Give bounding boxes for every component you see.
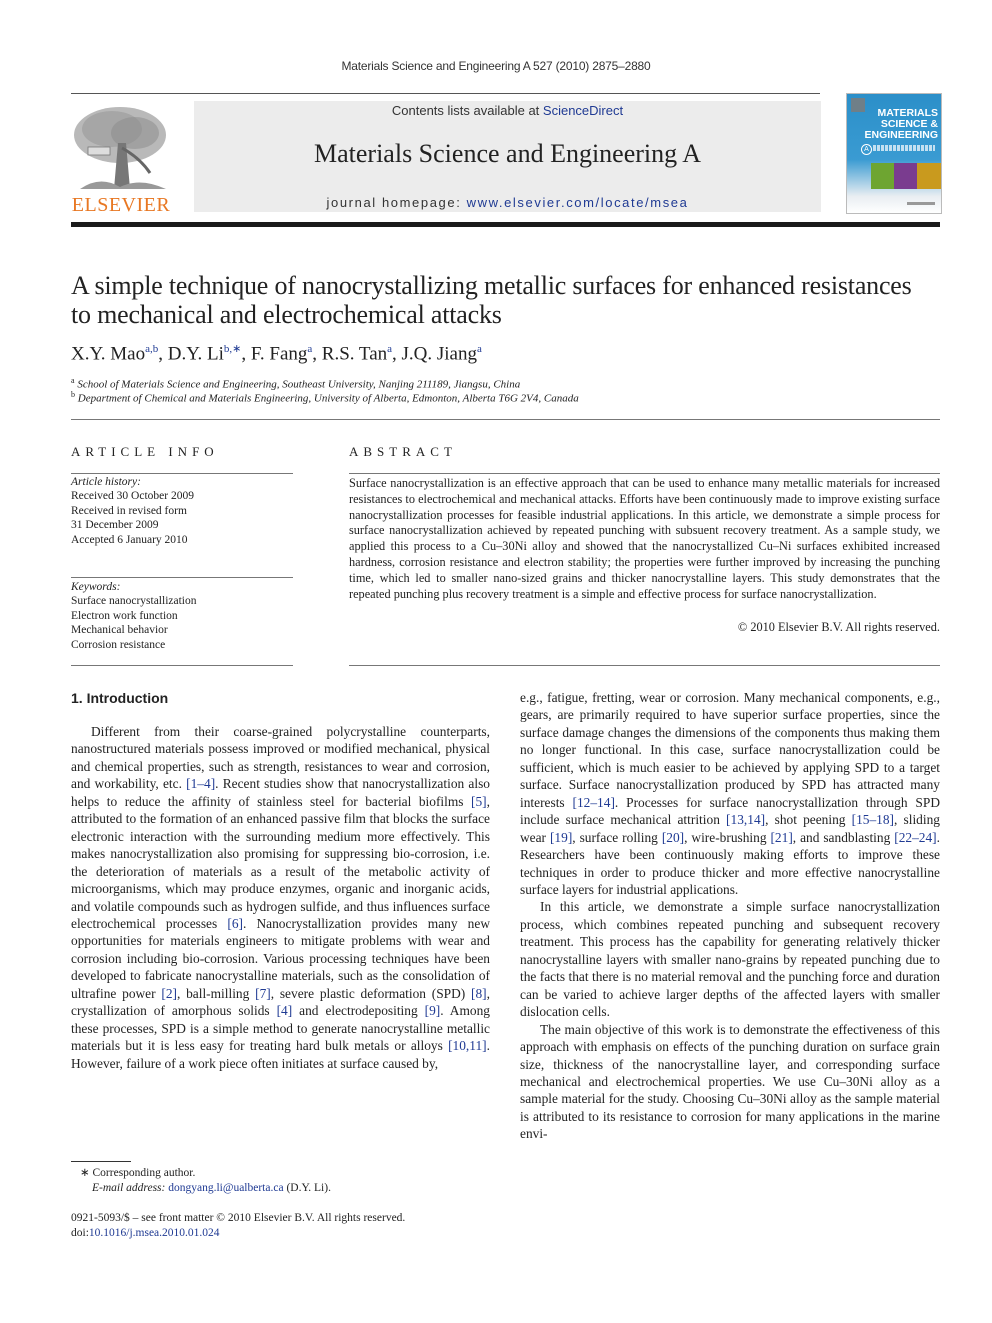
abstract-text: Surface nanocrystallization is an effect… [349,476,940,601]
cover-footer-mark [907,202,935,205]
reference-link[interactable]: [6] [227,916,243,931]
reference-link[interactable]: [8] [471,986,487,1001]
header-thick-rule [71,222,940,227]
reference-link[interactable]: [19] [550,830,572,845]
article-info-rule [71,473,293,474]
corresponding-author-note: ∗ Corresponding author. [80,1167,196,1179]
reference-link[interactable]: [20] [662,830,684,845]
journal-homepage-link[interactable]: www.elsevier.com/locate/msea [467,195,689,210]
author-affiliation-mark[interactable]: a,b [145,343,158,355]
history-line: Accepted 6 January 2010 [71,533,188,546]
reference-link[interactable]: [9] [425,1003,441,1018]
paragraph: e.g., fatigue, fretting, wear or corrosi… [520,690,940,897]
author-affiliation-mark[interactable]: a [387,343,392,355]
author-email-link[interactable]: dongyang.li@ualberta.ca [168,1182,283,1194]
cover-title: MATERIALS SCIENCE & ENGINEERING [864,107,938,141]
paragraph: Different from their coarse-grained poly… [71,724,490,1071]
reference-link[interactable]: [2] [161,986,177,1001]
paragraph: The main objective of this work is to de… [520,1021,940,1142]
history-line: Received in revised form [71,504,187,517]
author-affiliation-mark[interactable]: a [477,343,482,355]
keywords-label: Keywords: [71,581,121,593]
reference-link[interactable]: [22–24] [894,830,936,845]
author: R.S. Tan [321,343,388,365]
keyword: Surface nanocrystallization [71,595,197,608]
reference-link[interactable]: [12–14] [573,795,615,810]
keyword: Mechanical behavior [71,624,168,637]
paragraph: In this article, we demonstrate a simple… [520,899,940,1020]
reference-link[interactable]: [5] [471,794,487,809]
contents-line: Contents lists available at ScienceDirec… [194,103,821,118]
affiliation-rule [71,419,940,420]
affiliation-a: a School of Materials Science and Engine… [71,376,521,391]
sciencedirect-link[interactable]: ScienceDirect [543,103,623,118]
body-column-left: Different from their coarse-grained poly… [71,723,490,1072]
article-history: Article history: Received 30 October 200… [71,475,194,547]
author-affiliation-mark[interactable]: b,∗ [224,343,241,355]
journal-title: Materials Science and Engineering A [314,139,701,168]
reference-link[interactable]: [13,14] [726,812,765,827]
cover-micrograph-green [871,163,894,189]
section-heading-introduction: 1. Introduction [71,690,169,706]
keyword: Corrosion resistance [71,638,166,651]
article-info-heading: ARTICLE INFO [71,444,219,459]
journal-cover-image: MATERIALS SCIENCE & ENGINEERING A [846,93,942,214]
issn-line: 0921-5093/$ – see front matter © 2010 El… [71,1212,406,1224]
author-list: X.Y. Maoa,b, D.Y. Lib,∗, F. Fanga, R.S. … [71,343,482,365]
reference-link[interactable]: [1–4] [186,776,215,791]
body-column-right: e.g., fatigue, fretting, wear or corrosi… [520,689,940,1143]
email-note: E-mail address: dongyang.li@ualberta.ca … [92,1182,331,1194]
homepage-prefix: journal homepage: [326,195,467,210]
author: X.Y. Mao [71,343,146,365]
history-line: 31 December 2009 [71,519,159,532]
keywords: Keywords: Surface nanocrystallization El… [71,580,197,652]
elsevier-wordmark: ELSEVIER [71,194,171,216]
footnote: ∗ Corresponding author. E-mail address: … [80,1166,331,1196]
abstract-bottom-rule [349,665,940,666]
abstract-copyright: © 2010 Elsevier B.V. All rights reserved… [737,620,940,634]
reference-link[interactable]: [21] [770,830,792,845]
affiliation-b: b Department of Chemical and Materials E… [71,390,579,405]
doi-line: doi:10.1016/j.msea.2010.01.024 [71,1227,220,1239]
abstract-heading: ABSTRACT [349,444,457,459]
keywords-rule [71,577,293,578]
reference-link[interactable]: [7] [255,986,271,1001]
author: D.Y. Li [167,343,224,365]
author: J.Q. Jiang [401,343,477,365]
header-top-rule [71,93,820,94]
journal-homepage-line: journal homepage: www.elsevier.com/locat… [194,195,821,210]
reference-link[interactable]: [15–18] [852,812,894,827]
cover-subtitle-lines [873,145,935,151]
abstract-rule [349,473,940,474]
keyword: Electron work function [71,609,178,622]
reference-link[interactable]: [4] [277,1003,293,1018]
cover-micrograph-gold [917,163,941,189]
cover-micrograph-purple [894,163,917,189]
doi-link[interactable]: 10.1016/j.msea.2010.01.024 [89,1227,220,1239]
article-title: A simple technique of nanocrystallizing … [71,271,912,329]
history-line: Received 30 October 2009 [71,490,194,503]
cover-series-badge: A [861,144,872,155]
article-history-label: Article history: [71,476,141,488]
author-affiliation-mark[interactable]: a [307,343,312,355]
footnote-rule [71,1161,131,1162]
running-head: Materials Science and Engineering A 527 … [341,59,651,73]
reference-link[interactable]: [10,11] [448,1038,487,1053]
author: F. Fang [250,343,308,365]
contents-prefix: Contents lists available at [391,103,543,118]
front-matter-info: 0921-5093/$ – see front matter © 2010 El… [71,1211,405,1241]
article-info-bottom-rule [71,665,293,666]
